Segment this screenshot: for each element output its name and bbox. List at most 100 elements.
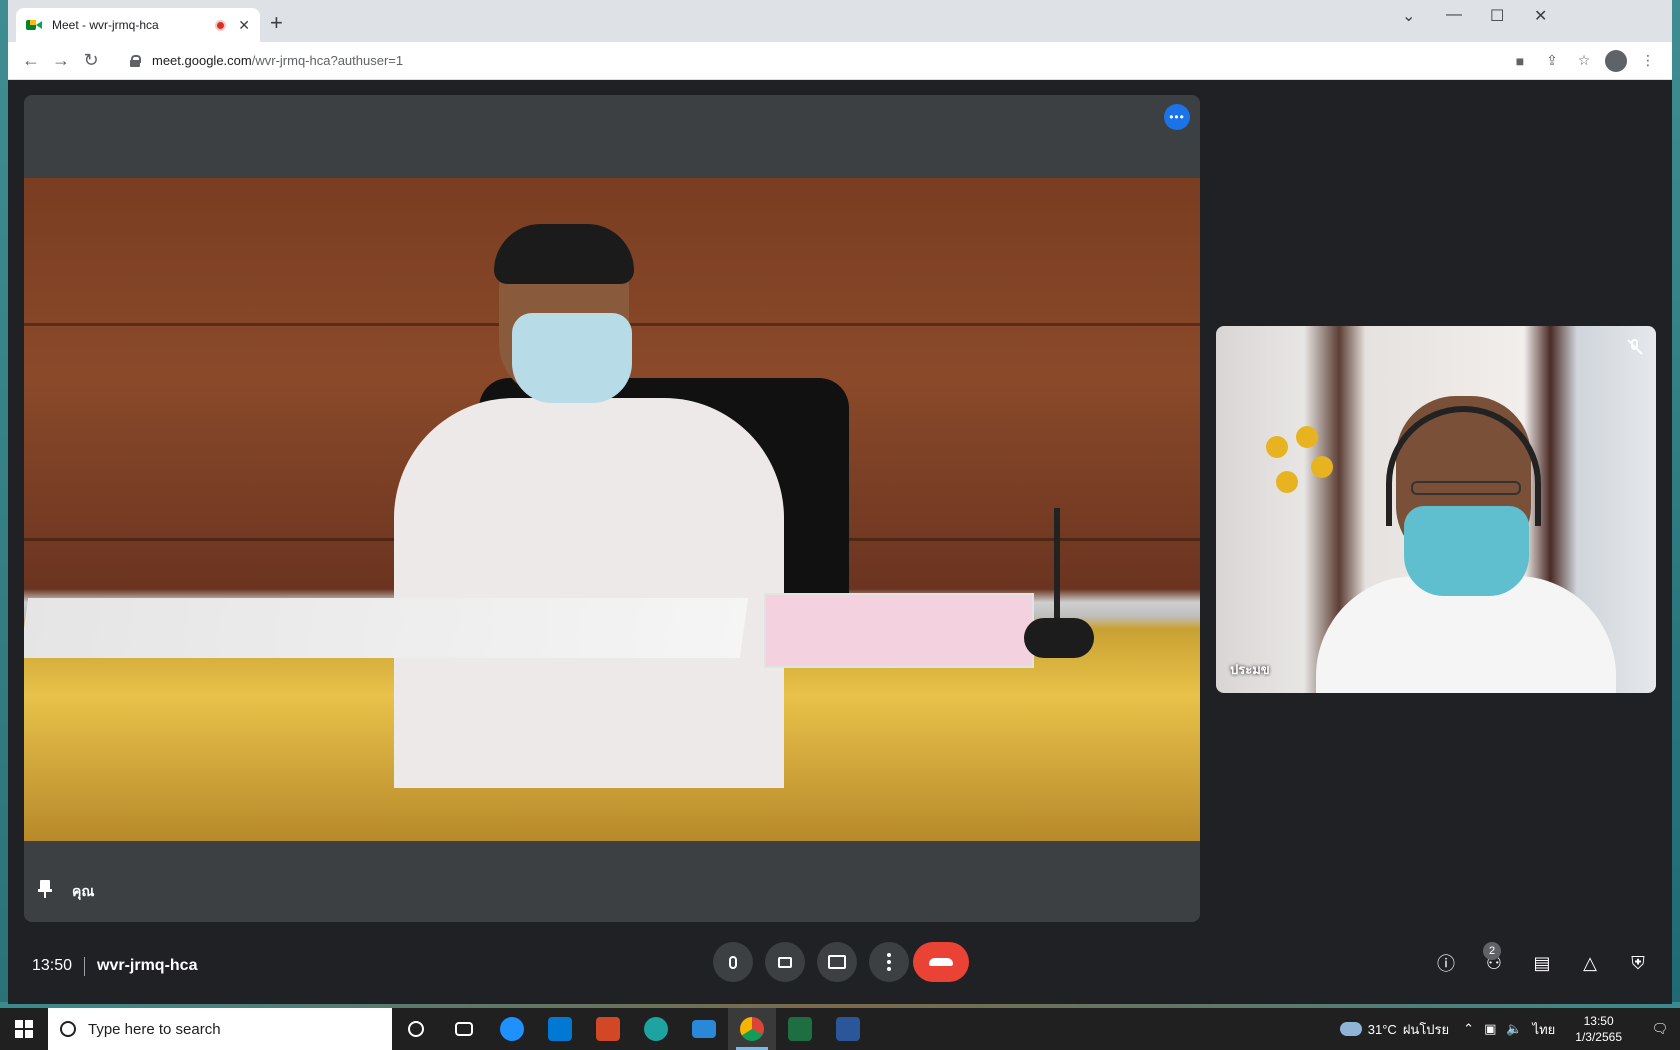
side-participant-name: ประมข [1230,662,1270,677]
shield-lock-icon: ⛨ [1631,952,1645,973]
activities-button[interactable]: △ [1575,948,1605,978]
chrome-icon [740,1017,764,1041]
more-options-button[interactable] [869,942,909,982]
forward-arrow-icon[interactable]: → [46,46,76,76]
edge-app[interactable] [632,1008,680,1050]
mail-envelope-icon [692,1020,716,1038]
reload-icon[interactable]: ↻ [76,46,106,76]
desk-nameplate [764,593,1034,668]
chrome-app[interactable] [728,1008,776,1050]
mic-muted-icon [1626,338,1644,356]
tile-more-options-button[interactable]: ••• [1164,104,1190,130]
windows-logo-icon [15,1020,33,1038]
windows-taskbar: Type here to search 31°C ฝนโปรย ⌃ ▣ 🔈 ไท… [0,1008,1680,1050]
search-icon [60,1021,76,1037]
meeting-clock: 13:50 [32,957,73,974]
camera-button[interactable] [765,942,805,982]
browser-menu-icon[interactable]: ⋮ [1632,46,1664,76]
task-view-icon [455,1022,473,1036]
browser-toolbar: ← → ↻ meet.google.com/wvr-jrmq-hca?authu… [8,42,1672,80]
notification-icon: 🗨 [1651,1021,1669,1036]
powerpoint-app[interactable] [584,1008,632,1050]
leave-call-button[interactable] [913,942,969,982]
new-tab-button[interactable]: + [270,12,283,34]
store-bag-icon [548,1017,572,1041]
microsoft-store-app[interactable] [536,1008,584,1050]
maximize-window-icon[interactable]: ☐ [1490,6,1504,26]
cortana-button[interactable] [392,1008,440,1050]
meet-now-icon[interactable]: ▣ [1484,1021,1496,1037]
minimize-window-icon[interactable]: — [1446,6,1462,24]
participant-count-badge: 2 [1483,942,1501,960]
camera-in-use-icon[interactable]: ■ [1504,46,1536,76]
meeting-control-bar: 13:50 wvr-jrmq-hca ⓘ ⚇ 2 ▤ △ ⛨ [8,928,1672,1004]
presenter-figure [394,224,784,788]
tab-title: Meet - wvr-jrmq-hca [52,18,159,32]
main-tile-footer: คุณ [24,841,1200,922]
meeting-details-button[interactable]: ⓘ [1431,948,1461,978]
taskbar-search-box[interactable]: Type here to search [48,1008,392,1050]
main-participant-name: คุณ [72,883,95,899]
desktop-wallpaper-right [1672,0,1680,1008]
volume-icon[interactable]: 🔈 [1506,1021,1522,1037]
participant-figure [1316,396,1616,693]
pin-icon[interactable] [38,880,52,898]
divider [84,957,85,976]
weather-widget[interactable]: 31°C ฝนโปรย [1339,1019,1450,1040]
hangup-phone-icon [929,958,953,966]
url-host: meet.google.com [152,53,252,68]
share-icon[interactable]: ⇪ [1536,46,1568,76]
back-arrow-icon[interactable]: ← [16,46,46,76]
task-view-button[interactable] [440,1008,488,1050]
cortana-circle-icon [408,1021,424,1037]
microphone-button[interactable] [713,942,753,982]
address-bar[interactable]: meet.google.com/wvr-jrmq-hca?authuser=1 [116,45,1494,76]
notifications-button[interactable]: 🗨 [1640,1021,1680,1037]
browser-tab-meet[interactable]: Meet - wvr-jrmq-hca ✕ [16,8,260,42]
meet-stage: ••• คุณ ประมข 13:50 wvr-jrmq-hca ⓘ ⚇ 2 ▤… [8,80,1672,1004]
host-controls-button[interactable]: ⛨ [1623,948,1653,978]
chat-button[interactable]: ▤ [1527,948,1557,978]
chat-icon: ▤ [1533,952,1551,973]
desk-microphone [1024,508,1094,658]
taskbar-date: 1/3/2565 [1575,1030,1622,1044]
word-icon [836,1017,860,1041]
activities-shapes-icon: △ [1583,952,1597,973]
taskbar-time: 13:50 [1583,1014,1614,1028]
weather-text: ฝนโปรย [1402,1021,1450,1037]
weather-cloud-icon [1339,1022,1362,1036]
main-participant-tile[interactable]: ••• คุณ [24,95,1200,922]
more-vert-icon [887,953,891,971]
start-button[interactable] [0,1008,48,1050]
excel-app[interactable] [776,1008,824,1050]
microphone-icon [729,955,737,969]
present-screen-icon [828,955,846,969]
taskbar-clock[interactable]: 13:50 1/3/2565 [1575,1013,1622,1045]
bookmark-star-icon[interactable]: ☆ [1568,46,1600,76]
tab-search-icon[interactable]: ⌄ [1402,6,1415,26]
system-tray: 31°C ฝนโปรย ⌃ ▣ 🔈 ไทย 13:50 1/3/2565 🗨 [1339,1008,1680,1050]
internet-explorer-icon [500,1017,524,1041]
present-screen-button[interactable] [817,942,857,982]
powerpoint-icon [596,1017,620,1041]
main-video-feed [24,178,1200,841]
search-placeholder: Type here to search [88,1020,221,1038]
profile-avatar[interactable] [1600,46,1632,76]
lock-icon[interactable] [130,54,141,67]
word-app[interactable] [824,1008,872,1050]
show-hidden-icons-chevron-icon[interactable]: ⌃ [1463,1021,1474,1037]
tab-strip: Meet - wvr-jrmq-hca ✕ + ⌄ — ☐ ✕ [8,0,1672,42]
close-window-icon[interactable]: ✕ [1534,6,1547,26]
browser-window: Meet - wvr-jrmq-hca ✕ + ⌄ — ☐ ✕ ← → ↻ me… [8,0,1672,1004]
temperature: 31°C [1367,1021,1397,1037]
url-path: /wvr-jrmq-hca?authuser=1 [251,53,404,68]
excel-icon [788,1017,812,1041]
desk-papers [24,598,749,658]
input-language[interactable]: ไทย [1533,1019,1556,1040]
info-icon: ⓘ [1437,954,1455,974]
internet-explorer-app[interactable] [488,1008,536,1050]
mail-app[interactable] [680,1008,728,1050]
edge-icon [644,1017,668,1041]
close-tab-icon[interactable]: ✕ [238,17,250,34]
side-participant-tile[interactable]: ประมข [1216,326,1656,693]
